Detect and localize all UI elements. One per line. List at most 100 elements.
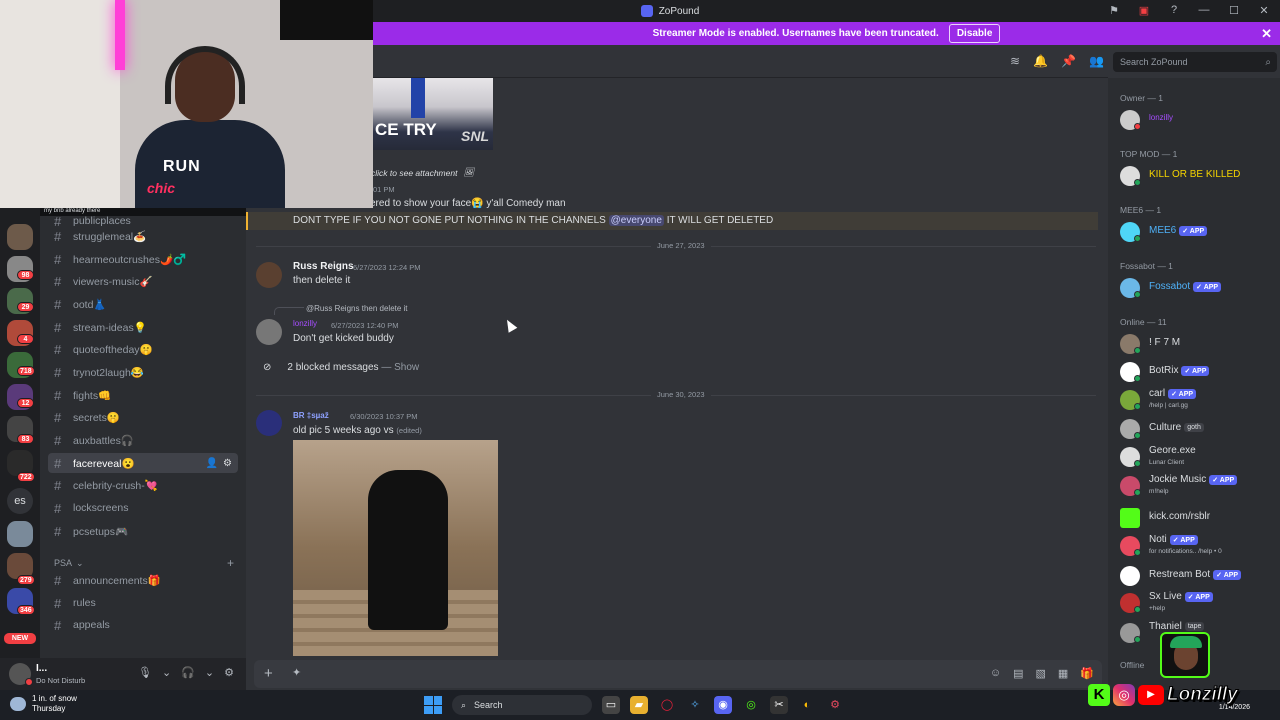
taskbar-search[interactable]: ⌕ Search <box>452 695 592 715</box>
close-button[interactable]: ✕ <box>1256 2 1272 18</box>
member-activity: m!help <box>1149 488 1169 495</box>
member-item[interactable]: carl ✓ APP /help | carl.gg <box>1120 388 1278 414</box>
search-icon: ⌕ <box>461 699 467 710</box>
member-item[interactable]: BotRix ✓ APP <box>1120 360 1278 386</box>
capcut-icon[interactable]: ✂ <box>770 696 788 714</box>
minimize-button[interactable]: — <box>1196 2 1212 18</box>
category-header[interactable]: PSA ⌄ + <box>54 556 234 570</box>
channel-item[interactable]: # hearmeoutcrushes🌶️♂️ <box>48 249 238 269</box>
member-item[interactable]: Noti ✓ APP for notifications.. /help • 0 <box>1120 534 1278 560</box>
message-username[interactable]: Russ Reigns <box>293 261 354 272</box>
file-explorer-icon[interactable]: ▰ <box>630 696 648 714</box>
invite-icon[interactable]: 👤 <box>206 458 218 469</box>
channel-item-active[interactable]: # facereveal😮 👤 ⚙ <box>48 453 238 473</box>
blocked-label: 2 blocked messages <box>287 362 379 373</box>
help-icon[interactable]: ? <box>1166 2 1182 18</box>
chevron-down-icon[interactable]: ⌄ <box>205 666 214 679</box>
search-input[interactable]: Search ZoPound ⌕ <box>1113 52 1277 72</box>
show-blocked-button[interactable]: — Show <box>381 362 419 373</box>
message-username[interactable]: BR ‡sµaž <box>293 411 329 420</box>
member-item[interactable]: Fossabot ✓ APP <box>1120 276 1278 302</box>
pin-icon[interactable]: 📌 <box>1061 54 1076 68</box>
server-icon[interactable] <box>7 224 33 250</box>
server-icon-text[interactable]: es <box>7 488 33 514</box>
bell-icon[interactable]: 🔔 <box>1033 54 1048 68</box>
member-item[interactable]: ! F 7 M <box>1120 332 1278 358</box>
username[interactable]: I... <box>36 663 47 674</box>
opera-icon[interactable]: ◯ <box>658 696 676 714</box>
channel-item[interactable]: # stream-ideas💡 <box>48 317 238 337</box>
attachment-image[interactable]: CE TRY SNL <box>373 78 493 150</box>
avatar[interactable] <box>256 410 282 436</box>
member-item[interactable]: kick.com/rsblr <box>1120 506 1278 532</box>
channel-item[interactable]: # secrets🤫 <box>48 407 238 427</box>
app-icon[interactable]: ⚙ <box>826 696 844 714</box>
member-item[interactable]: Sx Live ✓ APP +help <box>1120 591 1278 617</box>
close-icon[interactable]: ✕ <box>1261 26 1272 42</box>
avatar[interactable] <box>256 262 282 288</box>
guild-tag: goth <box>1184 423 1204 432</box>
channel-item[interactable]: # auxbattles🎧 <box>48 430 238 450</box>
attachment-image[interactable] <box>293 440 498 656</box>
inbox-icon[interactable]: ⚑ <box>1106 2 1122 18</box>
windows-start-icon[interactable] <box>424 696 442 714</box>
channel-item[interactable]: # viewers-music🎸 <box>48 271 238 291</box>
gear-icon[interactable]: ⚙ <box>223 458 232 469</box>
screen-share-icon[interactable]: ▣ <box>1136 2 1152 18</box>
message-username[interactable]: lonzilly <box>293 319 317 328</box>
member-item[interactable]: Jockie Music ✓ APP m!help <box>1120 474 1278 500</box>
emoji-icon[interactable]: ☺ <box>990 667 1001 680</box>
members-icon[interactable]: 👥 <box>1089 54 1104 68</box>
maximize-button[interactable]: ☐ <box>1226 2 1242 18</box>
attachment-hint-text: click to see attachment <box>371 167 458 178</box>
channel-item[interactable]: # lockscreens <box>48 498 238 518</box>
server-icon[interactable] <box>7 521 33 547</box>
member-item[interactable]: Culture goth <box>1120 417 1278 443</box>
member-item[interactable]: KILL OR BE KILLED <box>1120 164 1278 190</box>
chrome-icon[interactable]: ◐ <box>798 696 816 714</box>
channel-item[interactable]: # pcsetups🎮 <box>48 521 238 541</box>
channel-item[interactable]: # celebrity-crush-💘 <box>48 475 238 495</box>
gif-icon[interactable]: ▤ <box>1013 667 1023 680</box>
activities-icon[interactable]: 🎁 <box>1080 667 1094 680</box>
social-overlay: K ◎ ▶ Lonzilly <box>1088 682 1238 708</box>
member-item[interactable]: Geore.exe Lunar Client <box>1120 445 1278 471</box>
avatar[interactable] <box>256 319 282 345</box>
member-item[interactable]: lonzilly <box>1120 108 1278 134</box>
hash-icon: # <box>54 500 62 516</box>
chevron-down-icon[interactable]: ⌄ <box>162 666 171 679</box>
threads-icon[interactable]: ≋ <box>1010 54 1020 68</box>
message-input[interactable]: + ✦ ☺ ▤ ▧ ▦ 🎁 <box>254 660 1102 688</box>
channel-item[interactable]: # announcements🎁 <box>48 570 238 590</box>
message-content: ered to show your face😭 y'all Comedy man <box>370 198 566 209</box>
channel-item[interactable]: # strugglemeal🍝 <box>48 226 238 246</box>
image-icon[interactable]: ▦ <box>1058 667 1068 680</box>
channel-item[interactable]: # appeals <box>48 615 238 635</box>
headphones-icon[interactable]: 🎧 <box>181 666 195 679</box>
channel-item[interactable]: # quoteoftheday🤫 <box>48 339 238 359</box>
hash-icon: # <box>54 387 62 403</box>
channel-sidebar: my bnb already there # publicplaces # stru… <box>40 208 246 658</box>
attachment-hint[interactable]: click to see attachment 🖼 <box>371 167 474 178</box>
channel-item[interactable]: # fights👊 <box>48 385 238 405</box>
apps-icon[interactable]: ✦ <box>292 666 301 679</box>
gear-icon[interactable]: ⚙ <box>224 666 234 679</box>
channel-item[interactable]: # rules <box>48 593 238 613</box>
everyone-mention[interactable]: @everyone <box>608 215 664 226</box>
obs-icon[interactable]: ◎ <box>742 696 760 714</box>
member-item[interactable]: MEE6 ✓ APP <box>1120 220 1278 246</box>
disable-streamer-button[interactable]: Disable <box>948 24 1001 43</box>
copilot-icon[interactable]: ✧ <box>686 696 704 714</box>
member-item[interactable]: Restream Bot ✓ APP <box>1120 564 1278 590</box>
reply-preview[interactable]: @Russ Reigns then delete it <box>306 304 408 313</box>
discord-icon[interactable]: ◉ <box>714 696 732 714</box>
add-channel-icon[interactable]: + <box>227 556 234 570</box>
add-attachment-icon[interactable]: + <box>264 665 273 682</box>
task-view-icon[interactable]: ▭ <box>602 696 620 714</box>
channel-item[interactable]: # ootd👗 <box>48 294 238 314</box>
channel-item[interactable]: # trynot2laugh😂 <box>48 362 238 382</box>
member-name: Fossabot ✓ APP <box>1149 281 1222 292</box>
weather-widget[interactable]: 1 in. of snow Thursday <box>10 694 77 714</box>
microphone-icon[interactable]: 🎙 <box>138 666 152 679</box>
sticker-icon[interactable]: ▧ <box>1035 667 1045 680</box>
